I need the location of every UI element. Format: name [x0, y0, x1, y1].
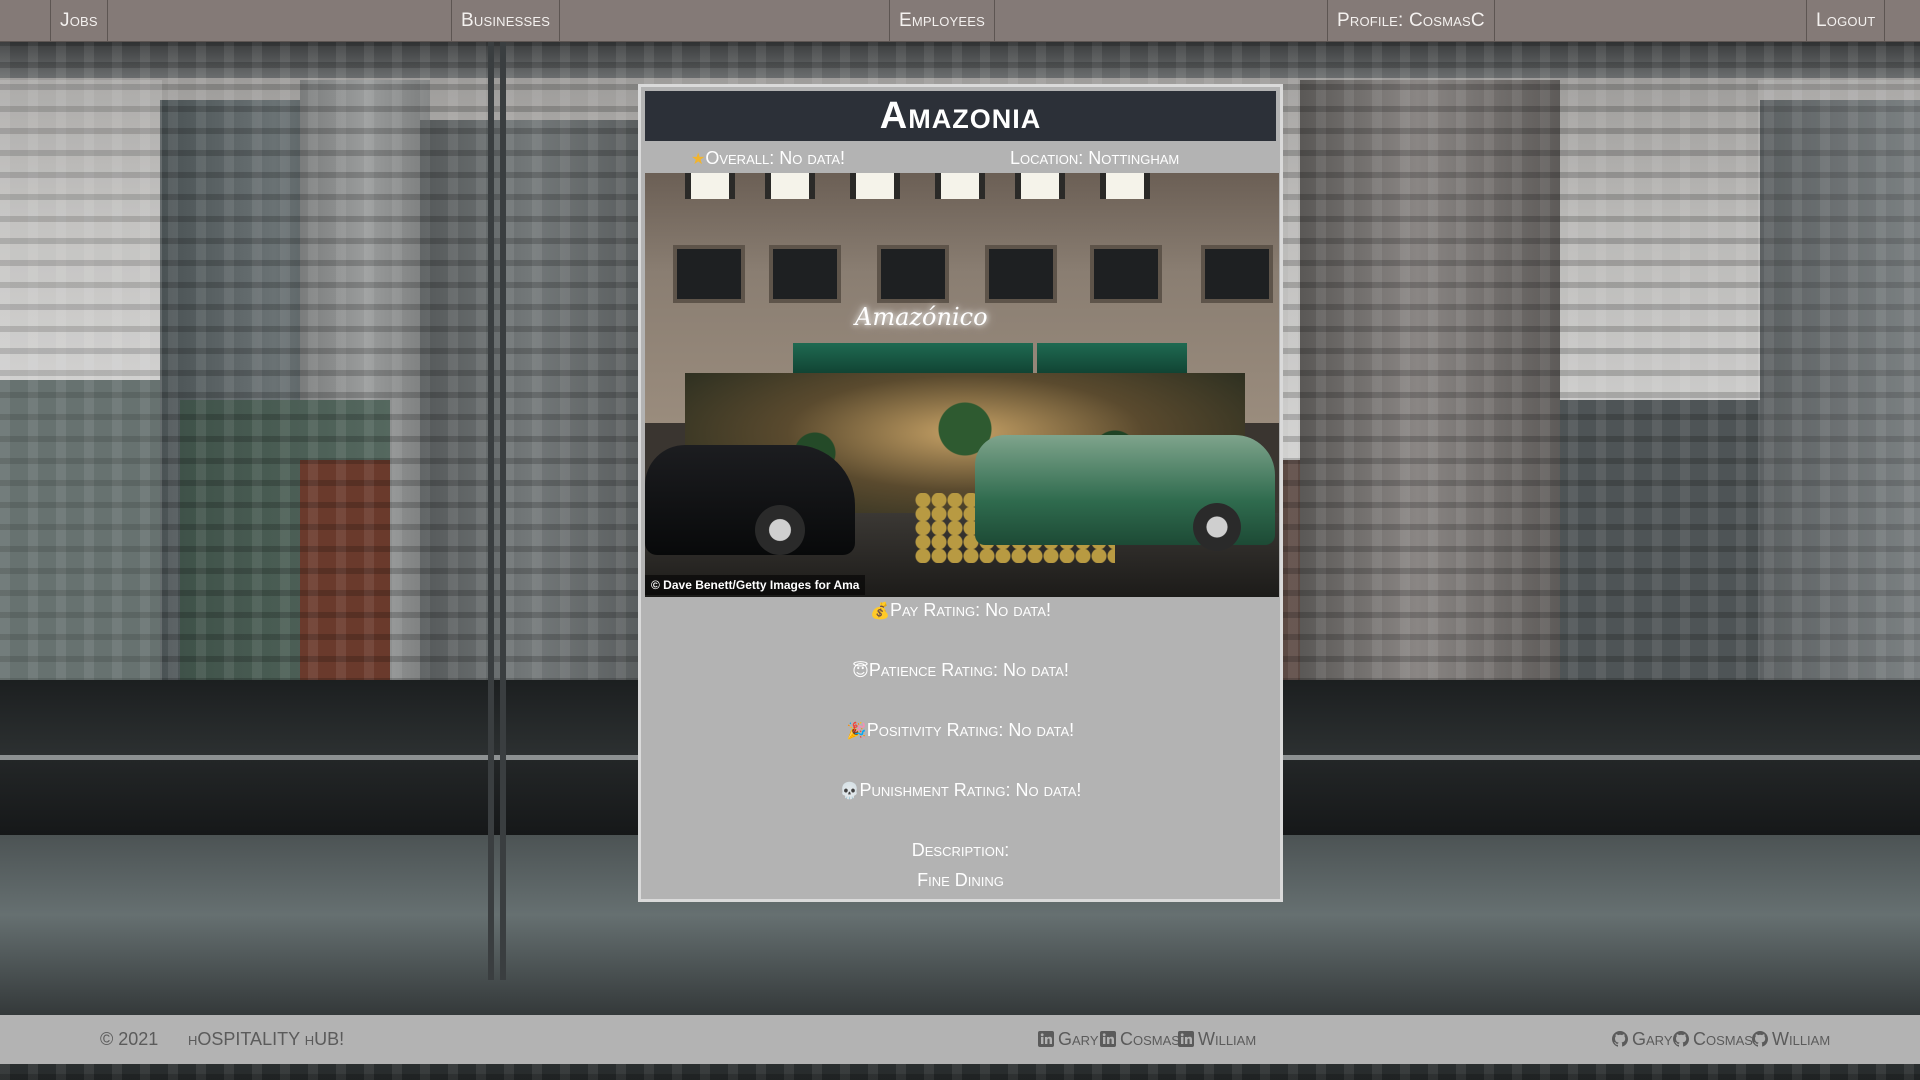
linkedin-link-gary[interactable]: Gary	[1038, 1015, 1099, 1064]
nav-employees-link[interactable]: Employees	[889, 0, 995, 42]
patience-rating: 😇Patience Rating: No data!	[852, 660, 1069, 680]
halo-smile-icon: 😇	[852, 661, 869, 680]
positivity-rating: 🎉Positivity Rating: No data!	[846, 720, 1075, 740]
nav-jobs-link[interactable]: Jobs	[50, 0, 108, 42]
linkedin-icon	[1100, 1031, 1116, 1047]
nav-businesses-link[interactable]: Businesses	[451, 0, 561, 42]
description-text: Fine Dining	[917, 870, 1004, 890]
punishment-rating: 💀Punishment Rating: No data!	[839, 780, 1082, 800]
overall-rating-label: Overall: No data!	[705, 148, 846, 168]
business-photo: Amazónico © Dave Benett/Getty Images for…	[645, 173, 1279, 597]
github-link-william[interactable]: William	[1752, 1015, 1830, 1064]
money-bag-icon: 💰	[870, 601, 890, 620]
github-link-cosmas[interactable]: Cosmas	[1673, 1015, 1753, 1064]
overall-rating: ★Overall: No data!	[691, 143, 845, 174]
github-icon	[1673, 1031, 1689, 1047]
star-icon: ★	[691, 149, 706, 168]
restaurant-sign: Amazónico	[855, 303, 988, 331]
nav-profile-link[interactable]: Profile: CosmasC	[1327, 0, 1495, 42]
github-icon	[1612, 1031, 1628, 1047]
location-label: Location: Nottingham	[1010, 148, 1180, 168]
pay-rating: 💰Pay Rating: No data!	[870, 600, 1051, 620]
copyright-text: © 2021	[100, 1029, 159, 1049]
business-name-title: Amazonia	[645, 91, 1276, 141]
party-popper-icon: 🎉	[846, 721, 867, 740]
nav-logout-link[interactable]: Logout	[1806, 0, 1886, 42]
page-footer: © 2021 hOSPITALITY hUB! Gary Cosmas Will…	[0, 1015, 1920, 1064]
linkedin-link-cosmas[interactable]: Cosmas	[1100, 1015, 1180, 1064]
car-shape	[645, 445, 855, 555]
business-meta-row: ★Overall: No data! Location: Nottingham	[645, 143, 1276, 173]
photo-credit: © Dave Benett/Getty Images for Ama	[645, 575, 866, 595]
skull-icon: 💀	[839, 781, 860, 800]
linkedin-icon	[1178, 1031, 1194, 1047]
github-icon	[1752, 1031, 1768, 1047]
business-detail-card: Amazonia ★Overall: No data! Location: No…	[638, 84, 1283, 902]
description-label: Description:	[911, 840, 1010, 860]
linkedin-link-william[interactable]: William	[1178, 1015, 1256, 1064]
brand-name: hOSPITALITY hUB!	[188, 1029, 345, 1049]
github-link-gary[interactable]: Gary	[1612, 1015, 1673, 1064]
top-navbar: Jobs Businesses Employees Profile: Cosma…	[0, 0, 1920, 42]
linkedin-icon	[1038, 1031, 1054, 1047]
